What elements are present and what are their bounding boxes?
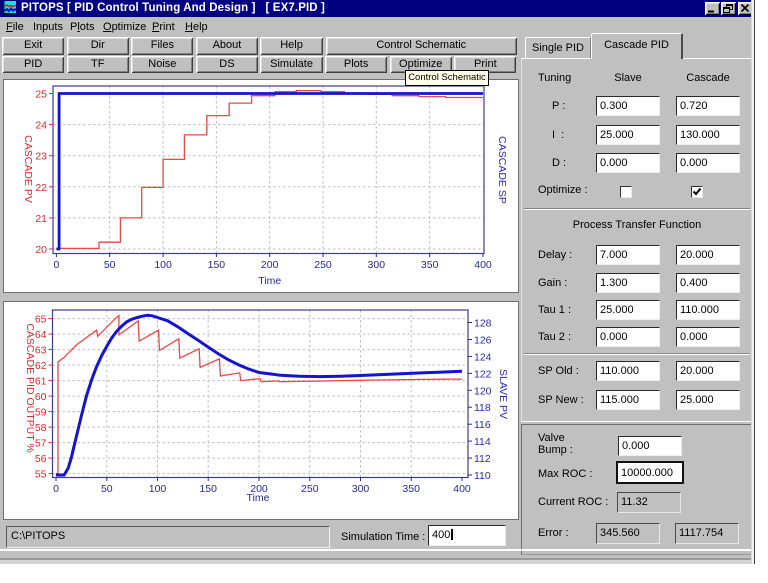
svg-text:CASCADE PV: CASCADE PV (22, 135, 34, 203)
svg-text:50: 50 (101, 483, 113, 495)
svg-text:0: 0 (53, 259, 59, 271)
svg-text:112: 112 (474, 453, 491, 465)
svg-text:122: 122 (474, 368, 492, 380)
svg-text:400: 400 (453, 483, 471, 495)
svg-text:22: 22 (35, 182, 47, 194)
svg-text:CASCADE PID OUTPUT %: CASCADE PID OUTPUT % (24, 323, 36, 452)
svg-text:20: 20 (35, 244, 47, 256)
svg-text:24: 24 (35, 120, 47, 132)
svg-text:118: 118 (474, 402, 491, 414)
svg-text:21: 21 (35, 213, 47, 225)
svg-text:300: 300 (352, 483, 370, 495)
svg-text:350: 350 (421, 259, 439, 271)
svg-text:50: 50 (104, 259, 116, 271)
svg-text:124: 124 (474, 351, 492, 363)
svg-text:350: 350 (402, 483, 420, 495)
svg-text:55: 55 (35, 469, 47, 481)
svg-text:120: 120 (474, 385, 492, 397)
svg-text:116: 116 (474, 419, 491, 431)
svg-text:200: 200 (261, 259, 279, 271)
svg-text:126: 126 (474, 335, 492, 347)
svg-text:250: 250 (314, 259, 332, 271)
svg-text:300: 300 (368, 259, 386, 271)
svg-text:100: 100 (154, 259, 172, 271)
svg-text:0: 0 (53, 483, 59, 495)
svg-text:Time: Time (247, 492, 270, 504)
svg-text:114: 114 (474, 436, 491, 448)
svg-text:56: 56 (35, 453, 47, 465)
svg-text:23: 23 (35, 151, 47, 163)
svg-text:128: 128 (474, 318, 492, 330)
svg-text:250: 250 (301, 483, 319, 495)
svg-text:25: 25 (35, 89, 47, 101)
svg-text:150: 150 (208, 259, 226, 271)
svg-text:100: 100 (149, 483, 167, 495)
svg-text:110: 110 (474, 470, 491, 482)
svg-text:CASCADE SP: CASCADE SP (496, 136, 508, 204)
svg-text:SLAVE PV: SLAVE PV (497, 369, 509, 419)
svg-text:150: 150 (199, 483, 217, 495)
svg-text:400: 400 (474, 259, 492, 271)
svg-text:Time: Time (258, 275, 281, 287)
